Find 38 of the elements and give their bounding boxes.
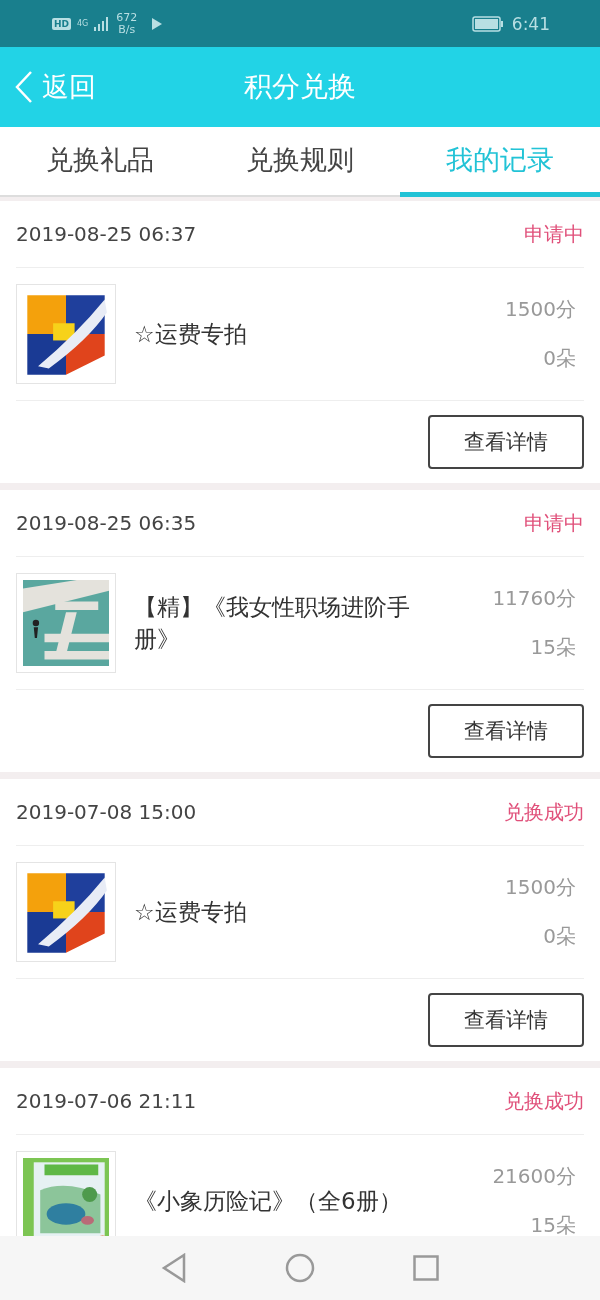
signal-icon: [94, 16, 111, 31]
record-date: 2019-07-08 15:00: [16, 800, 197, 824]
points-cost: 11760分: [492, 585, 576, 612]
product-title: ☆运费专拍: [134, 320, 248, 349]
tab[interactable]: 兑换礼品: [0, 127, 200, 197]
speed-unit: B/s: [118, 23, 136, 36]
flower-cost: 15朵: [530, 1212, 576, 1236]
record-status: 申请中: [524, 220, 584, 248]
product-title: ☆运费专拍: [134, 898, 248, 927]
points-cost: 21600分: [492, 1163, 576, 1190]
flower-cost: 0朵: [543, 345, 576, 372]
flower-cost: 15朵: [530, 634, 576, 661]
clock-time: 6:41: [511, 13, 550, 34]
product-title: 【精】《我女性职场进阶手册》: [134, 593, 411, 654]
record-status: 兑换成功: [504, 798, 584, 826]
record-date: 2019-08-25 06:35: [16, 511, 197, 535]
back-nav-icon[interactable]: [161, 1253, 187, 1283]
page-title: 积分兑换: [244, 69, 356, 105]
product-title: 《小象历险记》（全6册）: [134, 1187, 403, 1216]
network-label: 4G: [77, 19, 89, 28]
details-button[interactable]: 查看详情: [428, 415, 584, 469]
record-date: 2019-07-06 21:11: [16, 1089, 197, 1113]
back-icon: [14, 70, 34, 104]
play-icon: [151, 16, 164, 31]
details-button[interactable]: 查看详情: [428, 704, 584, 758]
hd-badge: HD: [52, 17, 71, 30]
record-status: 兑换成功: [504, 1087, 584, 1115]
home-nav-icon[interactable]: [285, 1253, 315, 1283]
points-cost: 1500分: [505, 874, 576, 901]
battery-icon: [471, 15, 504, 32]
recents-nav-icon[interactable]: [413, 1255, 439, 1281]
points-cost: 1500分: [505, 296, 576, 323]
details-button[interactable]: 查看详情: [428, 993, 584, 1047]
flower-cost: 0朵: [543, 923, 576, 950]
speed-value: 672: [116, 11, 138, 24]
record-status: 申请中: [524, 509, 584, 537]
record-date: 2019-08-25 06:37: [16, 222, 197, 246]
tab[interactable]: 兑换规则: [200, 127, 400, 197]
